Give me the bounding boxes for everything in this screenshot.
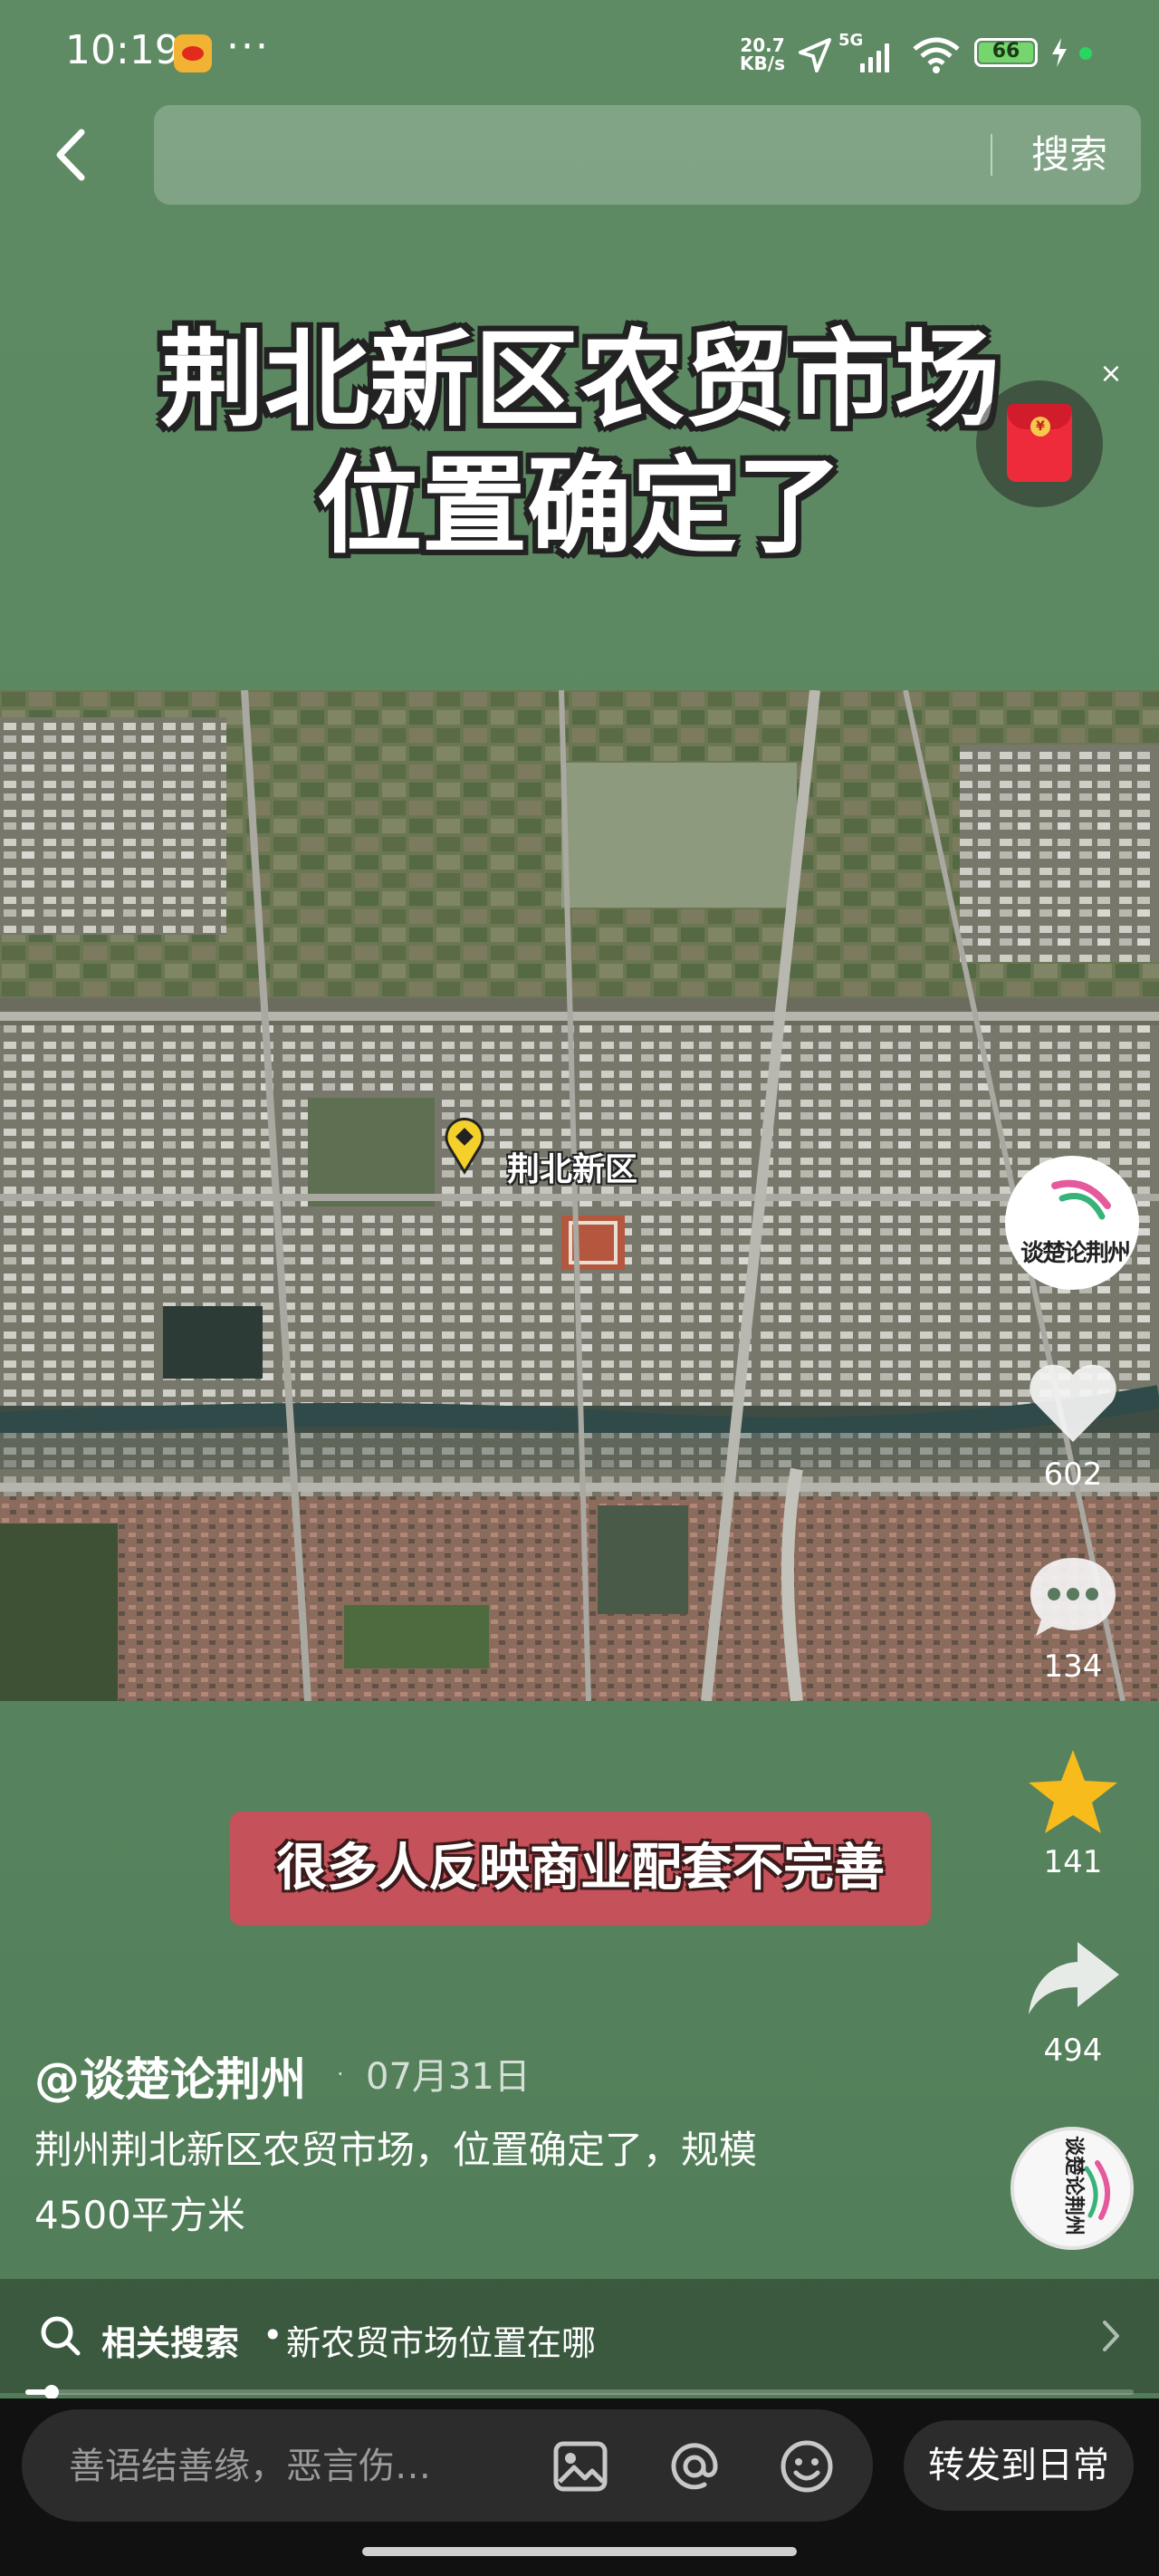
heart-icon (1030, 1364, 1116, 1442)
image-icon[interactable] (551, 2437, 610, 2496)
related-search-query: 新农贸市场位置在哪 (286, 2323, 597, 2363)
battery-percent: 66 (991, 40, 1020, 62)
author-separator: · (337, 2062, 344, 2087)
repost-to-daily-button[interactable]: 转发到日常 (904, 2420, 1134, 2511)
back-arrow-icon[interactable] (45, 116, 100, 194)
comment-icon (1030, 1558, 1116, 1636)
comment-input[interactable] (67, 2437, 541, 2496)
like-count: 602 (1043, 1456, 1103, 1493)
red-packet-icon[interactable] (976, 380, 1103, 507)
video-progress-bar[interactable] (25, 2385, 1134, 2399)
status-more-dots: ··· (226, 24, 270, 70)
network-speed: 20.7 KB/s (735, 36, 790, 72)
related-search-separator: • (263, 2315, 283, 2355)
search-input[interactable] (185, 130, 732, 181)
related-search-label: 相关搜索 (101, 2323, 240, 2363)
favorite-count: 141 (1043, 1844, 1103, 1880)
network-speed-value: 20.7 (740, 34, 785, 56)
share-count: 494 (1043, 2033, 1103, 2069)
weibo-app-icon (174, 34, 212, 72)
favorite-button[interactable]: 141 (1005, 1746, 1141, 1880)
star-icon (1029, 1750, 1117, 1833)
charging-icon (1052, 38, 1067, 67)
privacy-dot (1079, 47, 1092, 60)
signal-icon: 5G (838, 31, 902, 74)
status-bar: 10:19 ··· 20.7 KB/s 5G 66 (0, 0, 1159, 109)
comment-box[interactable] (22, 2409, 873, 2522)
search-box[interactable]: 搜索 (154, 105, 1141, 205)
search-divider (991, 134, 992, 176)
avatar-text: 谈楚论荆州 (1020, 1240, 1131, 1267)
wifi-icon (913, 37, 960, 73)
share-icon (1029, 1942, 1119, 2014)
share-button[interactable]: 494 (1005, 1935, 1141, 2069)
at-icon[interactable] (665, 2437, 724, 2496)
like-button[interactable]: 602 (1005, 1359, 1141, 1493)
post-date: 07月31日 (366, 2056, 531, 2098)
close-icon[interactable]: × (1097, 360, 1125, 388)
comment-count: 134 (1043, 1648, 1103, 1685)
post-description[interactable]: 荆州荆北新区农贸市场，位置确定了，规模4500平方米 (34, 2118, 849, 2248)
search-icon (41, 2316, 81, 2356)
network-speed-unit: KB/s (740, 53, 785, 74)
map-pin-label: 荆北新区 (507, 1151, 638, 1188)
chevron-right-icon (1103, 2321, 1119, 2351)
location-arrow-icon (799, 38, 831, 72)
author-name[interactable]: @谈楚论荆州 (34, 2043, 306, 2109)
home-indicator[interactable] (362, 2547, 797, 2556)
satellite-map (0, 690, 1159, 1701)
search-button[interactable]: 搜索 (1011, 127, 1128, 183)
music-disc[interactable]: 谈楚论荆州 (1011, 2127, 1134, 2250)
comment-button[interactable]: 134 (1005, 1551, 1141, 1685)
author-avatar[interactable]: 谈楚论荆州 (1005, 1156, 1139, 1290)
music-disc-text: 谈楚论荆州 (1062, 2136, 1085, 2236)
caption-banner: 很多人反映商业配套不完善 (230, 1812, 931, 1926)
caption-text: 很多人反映商业配套不完善 (276, 1839, 885, 1898)
related-search-bar[interactable]: 相关搜索 • 新农贸市场位置在哪 (0, 2279, 1159, 2393)
map-pin-icon (445, 1118, 484, 1175)
status-time: 10:19 (65, 27, 180, 73)
emoji-icon[interactable] (777, 2437, 837, 2496)
battery-indicator: 66 (974, 38, 1038, 67)
